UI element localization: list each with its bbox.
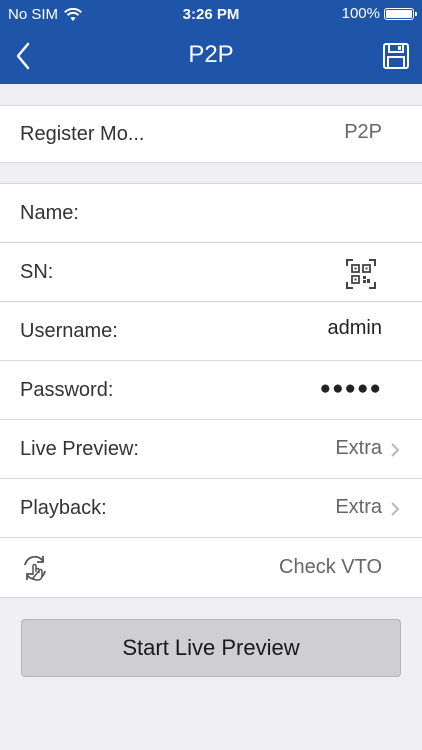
refresh-touch-icon <box>24 555 46 581</box>
name-row[interactable]: Name: <box>0 184 422 243</box>
register-mode-value: P2P <box>344 121 382 143</box>
name-label: Name: <box>20 202 79 224</box>
start-live-preview-button[interactable]: Start Live Preview <box>21 619 401 677</box>
playback-value: Extra <box>335 496 382 518</box>
header-bar: No SIM 3:26 PM 100% P2P <box>0 0 422 84</box>
register-mode-row[interactable]: Register Mo... P2P <box>0 106 422 162</box>
chevron-right-icon <box>391 502 400 516</box>
sn-label: SN: <box>20 261 54 283</box>
save-icon[interactable] <box>382 42 410 70</box>
battery-percent: 100% <box>341 5 380 22</box>
password-label: Password: <box>20 379 114 401</box>
page-title: P2P <box>188 41 234 68</box>
password-row[interactable]: Password: ●●●●● <box>0 361 422 420</box>
qr-scan-icon[interactable] <box>346 259 376 289</box>
status-bar: No SIM 3:26 PM 100% <box>0 0 422 28</box>
register-mode-section: Register Mo... P2P <box>0 105 422 163</box>
username-field[interactable]: admin <box>328 317 382 340</box>
live-preview-value: Extra <box>335 437 382 459</box>
username-row[interactable]: Username: admin <box>0 302 422 361</box>
device-form-section: Name: SN: Username: admin Password: ●●●●… <box>0 183 422 598</box>
sn-row[interactable]: SN: <box>0 243 422 302</box>
battery-status: 100% <box>341 5 417 22</box>
playback-label: Playback: <box>20 497 107 519</box>
nav-bar: P2P <box>0 28 422 84</box>
check-vto-label: Check VTO <box>279 556 382 578</box>
username-label: Username: <box>20 320 118 342</box>
live-preview-label: Live Preview: <box>20 438 139 460</box>
password-field[interactable]: ●●●●● <box>320 378 382 400</box>
playback-row[interactable]: Playback: Extra <box>0 479 422 538</box>
register-mode-label: Register Mo... <box>20 123 145 145</box>
battery-icon <box>384 7 417 20</box>
live-preview-row[interactable]: Live Preview: Extra <box>0 420 422 479</box>
check-vto-row[interactable]: Check VTO <box>0 538 422 597</box>
chevron-right-icon <box>391 443 400 457</box>
